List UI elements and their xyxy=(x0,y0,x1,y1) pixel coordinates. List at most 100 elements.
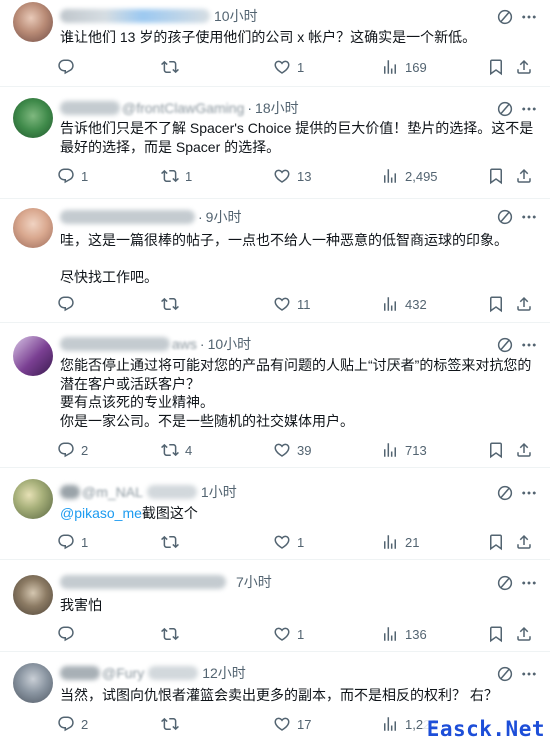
grok-icon[interactable] xyxy=(496,100,514,118)
author-name[interactable] xyxy=(60,101,120,115)
like-button[interactable]: 1 xyxy=(273,57,304,77)
tweet-paragraph: @pikaso_me截图这个 xyxy=(60,504,538,523)
more-icon[interactable] xyxy=(520,574,538,592)
author-name[interactable] xyxy=(60,485,80,499)
bookmark-button[interactable] xyxy=(487,532,505,552)
watermark-logo: Easck.Net xyxy=(423,717,548,741)
tweet-actions: 1 136 xyxy=(57,624,542,644)
views-button[interactable]: 21 xyxy=(381,532,419,552)
avatar[interactable] xyxy=(13,663,53,703)
retweet-button[interactable] xyxy=(161,294,185,314)
bookmark-button[interactable] xyxy=(487,57,505,77)
tweet[interactable]: @frontClawGaming · 18小时 告诉他们只是不了解 Spacer… xyxy=(0,88,550,199)
retweet-button[interactable]: 1 xyxy=(161,166,192,186)
tweet-time[interactable]: 10小时 xyxy=(208,334,252,354)
reply-button[interactable] xyxy=(57,294,81,314)
views-button[interactable]: 2,495 xyxy=(381,166,438,186)
tweet-paragraph: 我害怕 xyxy=(60,597,102,613)
retweet-button[interactable] xyxy=(161,532,185,552)
more-icon[interactable] xyxy=(520,665,538,683)
tweet-time[interactable]: 1小时 xyxy=(201,482,237,502)
like-button[interactable]: 1 xyxy=(273,532,304,552)
tweet-time[interactable]: 7小时 xyxy=(236,572,272,592)
tweet-time[interactable]: 18小时 xyxy=(255,98,299,118)
more-icon[interactable] xyxy=(520,8,538,26)
author-name[interactable] xyxy=(60,337,170,351)
views-button[interactable]: 169 xyxy=(381,57,427,77)
share-button[interactable] xyxy=(515,166,533,186)
bookmark-button[interactable] xyxy=(487,624,505,644)
views-button[interactable]: 432 xyxy=(381,294,427,314)
reply-button[interactable]: 1 xyxy=(57,166,88,186)
reply-button[interactable]: 2 xyxy=(57,714,88,734)
separator-dot: · xyxy=(198,209,203,225)
author-name[interactable] xyxy=(60,575,226,589)
grok-icon[interactable] xyxy=(496,208,514,226)
bookmark-button[interactable] xyxy=(487,294,505,314)
avatar[interactable] xyxy=(13,575,53,615)
tweet-header: aws · 10小时 xyxy=(60,334,251,354)
like-count: 11 xyxy=(297,296,311,312)
like-button[interactable]: 1 xyxy=(273,624,304,644)
author-name[interactable] xyxy=(60,666,100,680)
tweet[interactable]: @Fury 12小时 当然，试图向仇恨者灌篮会卖出更多的副本，而不是相反的权利？… xyxy=(0,653,550,743)
share-button[interactable] xyxy=(515,440,533,460)
more-icon[interactable] xyxy=(520,208,538,226)
author-handle[interactable]: @m_NAL xyxy=(82,484,143,500)
avatar[interactable] xyxy=(13,208,53,248)
tweet-time[interactable]: 9小时 xyxy=(206,207,242,227)
bookmark-button[interactable] xyxy=(487,440,505,460)
grok-icon[interactable] xyxy=(496,484,514,502)
share-button[interactable] xyxy=(515,294,533,314)
like-button[interactable]: 11 xyxy=(273,294,311,314)
share-icon xyxy=(515,533,533,551)
author-handle[interactable]: @Fury xyxy=(102,665,144,681)
grok-icon[interactable] xyxy=(496,336,514,354)
more-icon[interactable] xyxy=(520,100,538,118)
tweet-actions: 11 432 xyxy=(57,294,542,314)
author-handle[interactable]: aws xyxy=(172,336,197,352)
views-button[interactable]: 713 xyxy=(381,440,427,460)
like-button[interactable]: 17 xyxy=(273,714,311,734)
tweet-text: 当然，试图向仇恨者灌篮会卖出更多的副本，而不是相反的权利？ 右？ xyxy=(60,686,538,705)
more-icon[interactable] xyxy=(520,484,538,502)
share-button[interactable] xyxy=(515,532,533,552)
reply-button[interactable]: 2 xyxy=(57,440,88,460)
reply-button[interactable] xyxy=(57,624,81,644)
bookmark-button[interactable] xyxy=(487,166,505,186)
tweet[interactable]: aws · 10小时 您能否停止通过将可能对您的产品有问题的人贴上“讨厌者”的标… xyxy=(0,324,550,468)
retweet-button[interactable]: 4 xyxy=(161,440,192,460)
retweet-button[interactable] xyxy=(161,57,185,77)
avatar[interactable] xyxy=(13,336,53,376)
share-button[interactable] xyxy=(515,57,533,77)
avatar[interactable] xyxy=(13,2,53,42)
author-name[interactable] xyxy=(60,210,195,224)
like-button[interactable]: 39 xyxy=(273,440,311,460)
views-icon xyxy=(381,295,399,313)
mention-link[interactable]: @pikaso_me xyxy=(60,505,142,521)
author-handle[interactable]: @frontClawGaming xyxy=(122,100,244,116)
grok-icon[interactable] xyxy=(496,8,514,26)
tweet[interactable]: 10小时 谁让他们 13 岁的孩子使用他们的公司 x 帐户？这确实是一个新低。 … xyxy=(0,0,550,87)
retweet-button[interactable] xyxy=(161,624,185,644)
like-button[interactable]: 13 xyxy=(273,166,311,186)
tweet-time[interactable]: 12小时 xyxy=(202,663,246,683)
more-icon[interactable] xyxy=(520,336,538,354)
grok-icon[interactable] xyxy=(496,574,514,592)
author-name[interactable] xyxy=(60,9,210,23)
like-icon xyxy=(273,295,291,313)
tweet[interactable]: 7小时 我害怕 1 136 xyxy=(0,561,550,652)
views-button[interactable]: 136 xyxy=(381,624,427,644)
share-button[interactable] xyxy=(515,624,533,644)
reply-button[interactable]: 1 xyxy=(57,532,88,552)
retweet-button[interactable] xyxy=(161,714,185,734)
retweet-icon xyxy=(161,58,179,76)
retweet-icon xyxy=(161,533,179,551)
tweet[interactable]: · 9小时 哇，这是一篇很棒的帖子，一点也不给人一种恶意的低智商运球的印象。 尽… xyxy=(0,200,550,323)
tweet[interactable]: @m_NAL 1小时 @pikaso_me截图这个 1 1 21 xyxy=(0,469,550,560)
reply-button[interactable] xyxy=(57,57,81,77)
grok-icon[interactable] xyxy=(496,665,514,683)
tweet-time[interactable]: 10小时 xyxy=(214,6,258,26)
avatar[interactable] xyxy=(13,479,53,519)
avatar[interactable] xyxy=(13,98,53,138)
